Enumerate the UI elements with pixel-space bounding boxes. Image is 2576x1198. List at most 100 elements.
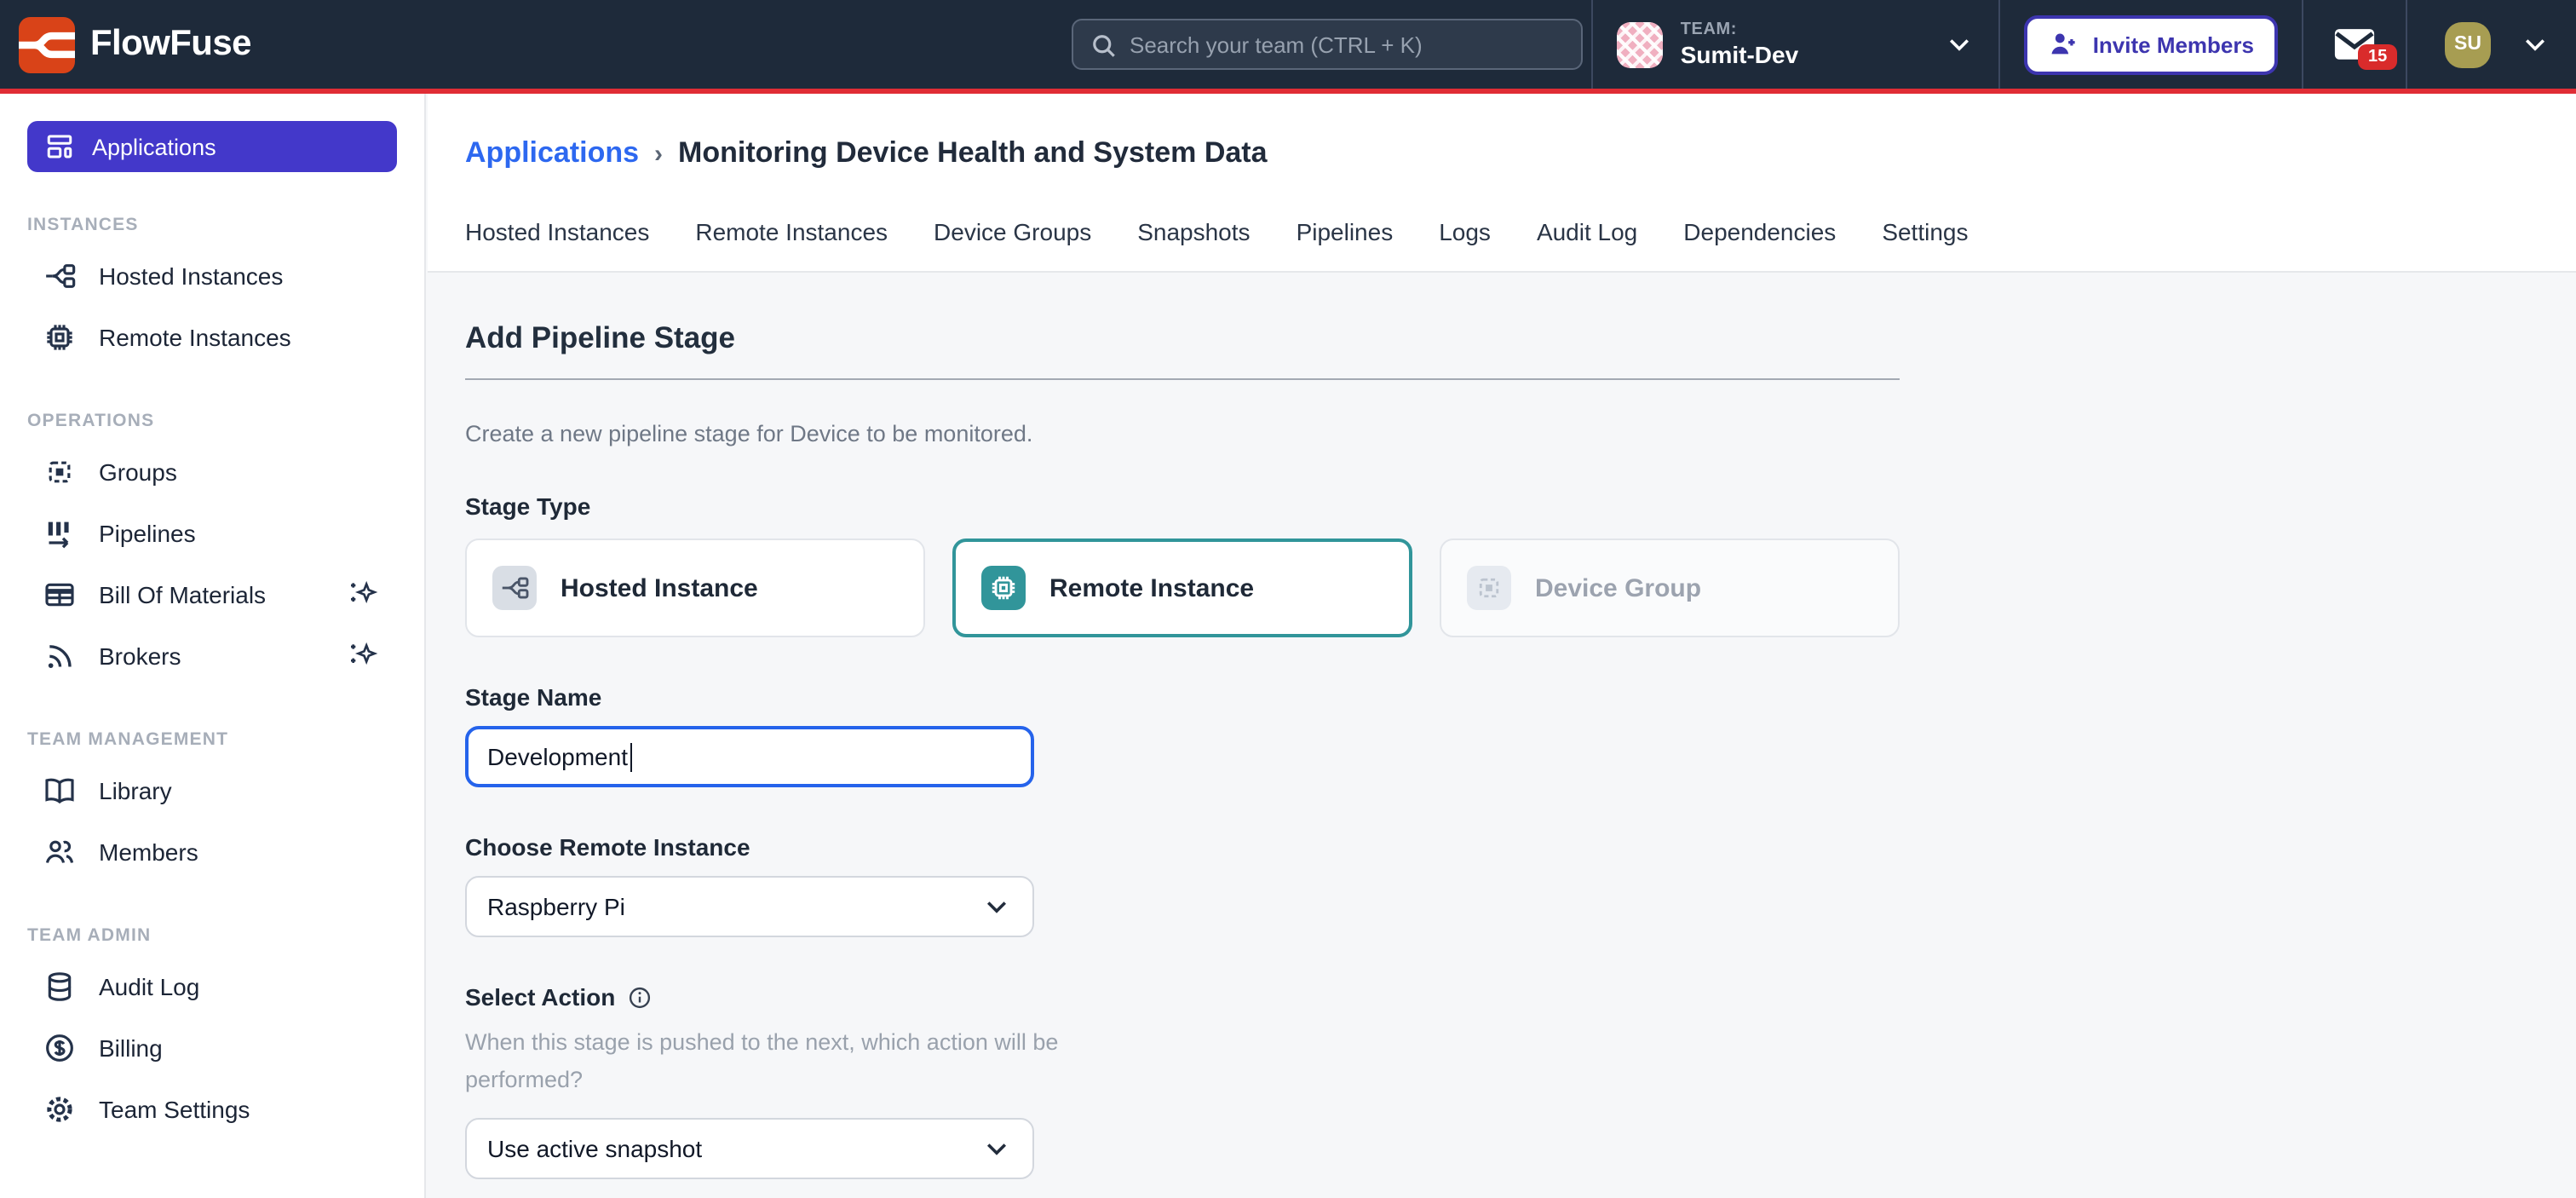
sidebar-item-bill-of-materials[interactable]: Bill Of Materials	[0, 564, 424, 625]
users-icon	[43, 835, 77, 869]
remote-instance-value: Raspberry Pi	[487, 893, 625, 920]
navbar-divider	[1999, 0, 2001, 89]
chip-icon	[981, 566, 1026, 610]
invite-members-label: Invite Members	[2093, 32, 2254, 57]
sidebar-item-hosted-instances[interactable]: Hosted Instances	[0, 245, 424, 307]
select-action-help-text: When this stage is pushed to the next, w…	[465, 1024, 1065, 1097]
action-select[interactable]: Use active snapshot	[465, 1118, 1034, 1179]
tab-audit-log[interactable]: Audit Log	[1537, 218, 1637, 245]
chip-icon	[43, 320, 77, 354]
choose-remote-instance-label: Choose Remote Instance	[465, 833, 2576, 861]
sidebar-item-team-settings[interactable]: Team Settings	[0, 1079, 424, 1140]
sidebar: Applications INSTANCES Hosted Instances …	[0, 94, 426, 1198]
team-selector[interactable]: TEAM: Sumit-Dev	[1594, 0, 1999, 89]
top-navbar: FlowFuse TEAM: Sumit-Dev Invite Members	[0, 0, 2576, 94]
info-icon[interactable]	[627, 984, 653, 1010]
tab-dependencies[interactable]: Dependencies	[1683, 218, 1836, 245]
sidebar-item-label: Bill Of Materials	[99, 581, 266, 608]
breadcrumb-separator: ›	[654, 139, 663, 168]
chip-group-icon	[1467, 566, 1511, 610]
applications-icon	[44, 131, 75, 162]
stage-type-options: Hosted Instance Remote Instance Device G…	[465, 539, 2576, 637]
sidebar-item-remote-instances[interactable]: Remote Instances	[0, 307, 424, 368]
select-action-label-text: Select Action	[465, 983, 615, 1011]
stage-type-device-group-disabled: Device Group	[1440, 539, 1900, 637]
sidebar-section-instances: INSTANCES	[27, 215, 424, 235]
rss-icon	[43, 639, 77, 673]
navbar-right-cluster: TEAM: Sumit-Dev Invite Members 15 SU	[1592, 0, 2576, 89]
sidebar-item-billing[interactable]: Billing	[0, 1017, 424, 1079]
stage-name-value: Development	[487, 743, 628, 770]
database-icon	[43, 970, 77, 1004]
sidebar-item-brokers[interactable]: Brokers	[0, 625, 424, 687]
breadcrumb-applications-link[interactable]: Applications	[465, 136, 639, 170]
currency-dollar-icon	[43, 1031, 77, 1065]
notification-count-badge: 15	[2358, 44, 2397, 70]
tab-device-groups[interactable]: Device Groups	[934, 218, 1091, 245]
team-search[interactable]	[1072, 19, 1583, 70]
sidebar-item-pipelines[interactable]: Pipelines	[0, 503, 424, 564]
gear-icon	[43, 1092, 77, 1126]
flowfuse-logo[interactable]: FlowFuse	[0, 16, 411, 72]
user-avatar: SU	[2445, 21, 2491, 67]
sidebar-item-label: Library	[99, 777, 172, 804]
tab-pipelines[interactable]: Pipelines	[1297, 218, 1394, 245]
sidebar-item-label: Applications	[92, 134, 216, 159]
chevron-down-icon	[1945, 29, 1975, 60]
sidebar-item-library[interactable]: Library	[0, 760, 424, 821]
book-open-icon	[43, 774, 77, 808]
app-root: FlowFuse TEAM: Sumit-Dev Invite Members	[0, 0, 2576, 1198]
sparkles-icon	[346, 639, 380, 673]
form-description: Create a new pipeline stage for Device t…	[465, 421, 2576, 446]
invite-members-button[interactable]: Invite Members	[2025, 14, 2278, 74]
stage-name-input[interactable]: Development	[465, 726, 1034, 787]
sidebar-item-label: Remote Instances	[99, 324, 291, 351]
stage-type-option-label: Hosted Instance	[561, 573, 758, 602]
team-label: TEAM:	[1681, 20, 1928, 40]
breadcrumb: Applications › Monitoring Device Health …	[465, 135, 2576, 172]
tab-settings[interactable]: Settings	[1882, 218, 1968, 245]
remote-instance-select[interactable]: Raspberry Pi	[465, 876, 1034, 937]
form-title: Add Pipeline Stage	[465, 320, 2576, 356]
tab-logs[interactable]: Logs	[1439, 218, 1491, 245]
sidebar-item-label: Hosted Instances	[99, 262, 283, 290]
sidebar-section-team-admin: TEAM ADMIN	[27, 925, 424, 946]
flowfuse-logo-icon	[19, 16, 75, 72]
sidebar-item-groups[interactable]: Groups	[0, 441, 424, 503]
sidebar-item-label: Members	[99, 838, 198, 866]
chevron-down-icon	[981, 891, 1012, 922]
tab-hosted-instances[interactable]: Hosted Instances	[465, 218, 649, 245]
sidebar-section-operations: OPERATIONS	[27, 411, 424, 431]
search-input[interactable]	[1072, 19, 1583, 70]
pipelines-icon	[43, 516, 77, 550]
chevron-down-icon	[981, 1133, 1012, 1164]
branch-icon	[492, 566, 537, 610]
divider	[465, 378, 1900, 380]
page-header: Applications › Monitoring Device Health …	[428, 94, 2576, 273]
stage-type-option-label: Device Group	[1535, 573, 1701, 602]
sidebar-item-applications[interactable]: Applications	[27, 121, 397, 172]
sidebar-item-label: Audit Log	[99, 973, 199, 1000]
brand-name: FlowFuse	[90, 24, 251, 65]
action-value: Use active snapshot	[487, 1135, 702, 1162]
select-action-label: Select Action	[465, 983, 2576, 1011]
sidebar-item-audit-log[interactable]: Audit Log	[0, 956, 424, 1017]
stage-name-label: Stage Name	[465, 683, 2576, 711]
search-icon	[1089, 31, 1119, 61]
tab-remote-instances[interactable]: Remote Instances	[695, 218, 888, 245]
notifications-button[interactable]: 15	[2303, 0, 2406, 89]
chevron-down-icon	[2520, 29, 2550, 60]
page-title: Monitoring Device Health and System Data	[678, 136, 1268, 170]
application-tabs: Hosted Instances Remote Instances Device…	[465, 218, 2576, 271]
tab-snapshots[interactable]: Snapshots	[1137, 218, 1250, 245]
table-icon	[43, 578, 77, 612]
chip-group-icon	[43, 455, 77, 489]
sidebar-item-members[interactable]: Members	[0, 821, 424, 883]
user-menu[interactable]: SU	[2407, 21, 2576, 67]
stage-type-hosted-instance[interactable]: Hosted Instance	[465, 539, 925, 637]
stage-type-remote-instance-selected[interactable]: Remote Instance	[952, 539, 1412, 637]
sidebar-item-label: Groups	[99, 458, 177, 486]
sparkles-icon	[346, 578, 380, 612]
team-avatar	[1618, 21, 1664, 67]
sidebar-item-label: Billing	[99, 1034, 163, 1062]
